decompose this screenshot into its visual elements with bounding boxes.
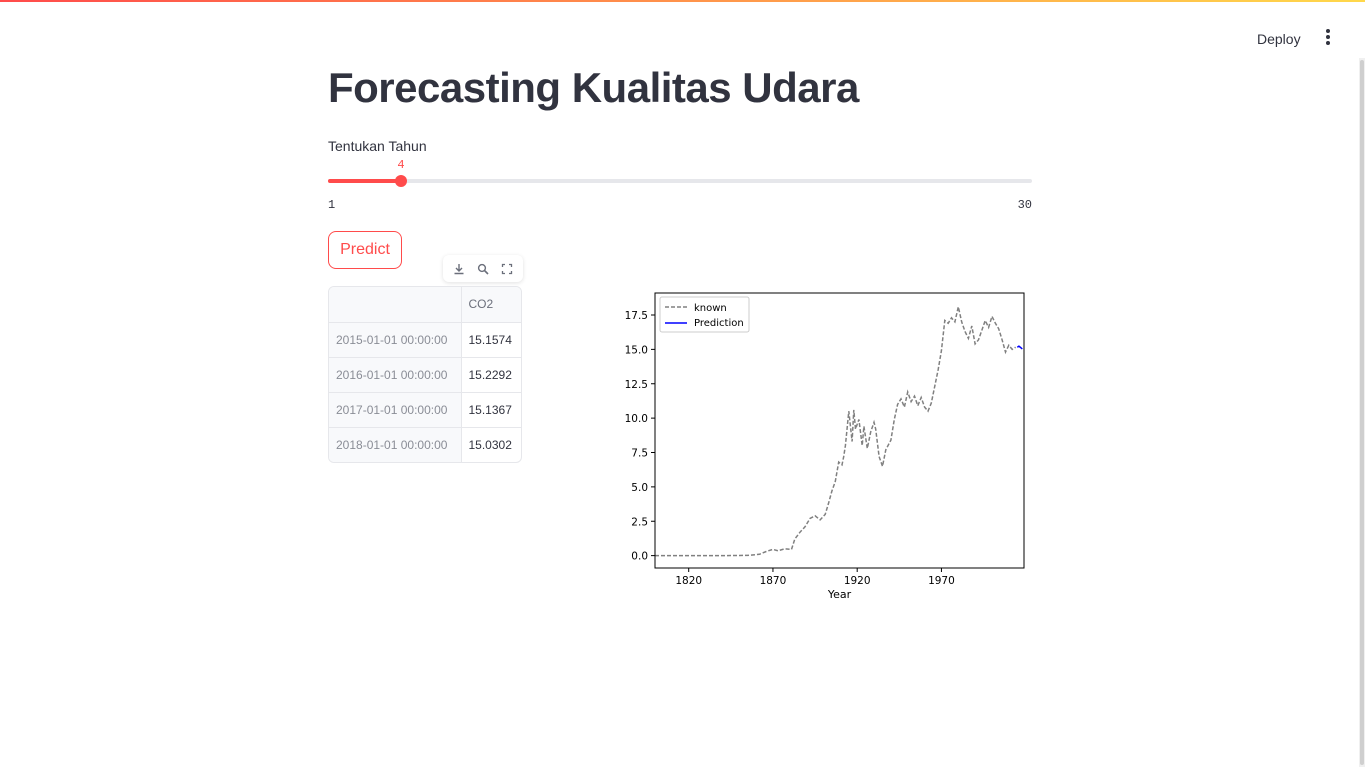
co2-cell[interactable]: 15.1367 bbox=[461, 392, 521, 428]
download-icon[interactable] bbox=[451, 261, 467, 277]
y-tick-label: 17.5 bbox=[625, 310, 648, 322]
table-row: 2018-01-01 00:00:00 15.0302 bbox=[329, 427, 521, 462]
y-tick-label: 12.5 bbox=[625, 379, 648, 391]
row-index-cell[interactable]: 2015-01-01 00:00:00 bbox=[329, 322, 462, 358]
y-tick-label: 10.0 bbox=[625, 413, 648, 425]
slider-track[interactable] bbox=[328, 179, 1032, 183]
legend: known Prediction bbox=[659, 296, 750, 333]
scrollbar-thumb[interactable] bbox=[1360, 60, 1364, 765]
co2-cell[interactable]: 15.1574 bbox=[461, 322, 521, 358]
predict-button[interactable]: Predict bbox=[328, 231, 402, 269]
co2-cell[interactable]: 15.0302 bbox=[461, 427, 521, 462]
slider-value: 4 bbox=[397, 158, 405, 172]
x-tick-label: 1970 bbox=[928, 575, 955, 587]
x-tick-label: 1920 bbox=[844, 575, 871, 587]
page-title: Forecasting Kualitas Udara bbox=[328, 64, 859, 111]
slider-label: Tentukan Tahun bbox=[328, 138, 427, 154]
more-vertical-icon[interactable] bbox=[1318, 28, 1338, 48]
app-header: Deploy bbox=[0, 2, 1365, 58]
table-row: 2017-01-01 00:00:00 15.1367 bbox=[329, 392, 521, 428]
slider-fill bbox=[328, 179, 401, 183]
row-index-cell[interactable]: 2017-01-01 00:00:00 bbox=[329, 392, 462, 428]
row-index-cell[interactable]: 2016-01-01 00:00:00 bbox=[329, 357, 462, 393]
co2-cell[interactable]: 15.2292 bbox=[461, 357, 521, 393]
column-header-co2[interactable]: CO2 bbox=[461, 287, 521, 323]
x-axis-label: Year bbox=[827, 588, 852, 601]
table-row: 2016-01-01 00:00:00 15.2292 bbox=[329, 357, 521, 393]
legend-prediction-label: Prediction bbox=[694, 318, 744, 329]
deploy-button[interactable]: Deploy bbox=[1244, 26, 1314, 52]
x-tick-label: 1820 bbox=[675, 575, 702, 587]
x-tick-label: 1870 bbox=[760, 575, 787, 587]
plot-frame bbox=[654, 292, 1025, 569]
y-tick-label: 2.5 bbox=[631, 516, 648, 528]
y-tick-label: 7.5 bbox=[631, 448, 648, 460]
chart-marks bbox=[655, 306, 1023, 557]
series-line-known bbox=[655, 306, 1017, 557]
series-line-prediction bbox=[1016, 345, 1023, 350]
fullscreen-icon[interactable] bbox=[499, 261, 515, 277]
co2-forecast-chart: 0.0 2.5 5.0 7.5 10.0 12.5 15.0 17.5 1820 1870 1920… bbox=[625, 292, 1025, 601]
row-index-cell[interactable]: 2018-01-01 00:00:00 bbox=[329, 427, 462, 462]
y-tick-label: 5.0 bbox=[631, 482, 648, 494]
column-header-index[interactable] bbox=[329, 287, 462, 323]
legend-known-label: known bbox=[694, 303, 727, 314]
data-table[interactable]: CO2 2015-01-01 00:00:00 15.1574 2016-01-… bbox=[328, 286, 522, 463]
table-toolbar bbox=[443, 255, 523, 282]
slider-max-label: 30 bbox=[1017, 198, 1032, 212]
slider-thumb[interactable] bbox=[395, 175, 407, 187]
search-icon[interactable] bbox=[475, 261, 491, 277]
slider-min-label: 1 bbox=[328, 198, 336, 212]
table-row: 2015-01-01 00:00:00 15.1574 bbox=[329, 322, 521, 358]
y-tick-label: 15.0 bbox=[625, 344, 648, 356]
table-header-row: CO2 bbox=[329, 287, 521, 323]
chart-axes: 0.0 2.5 5.0 7.5 10.0 12.5 15.0 17.5 1820 1870 1920… bbox=[625, 310, 955, 587]
y-tick-label: 0.0 bbox=[631, 551, 648, 563]
